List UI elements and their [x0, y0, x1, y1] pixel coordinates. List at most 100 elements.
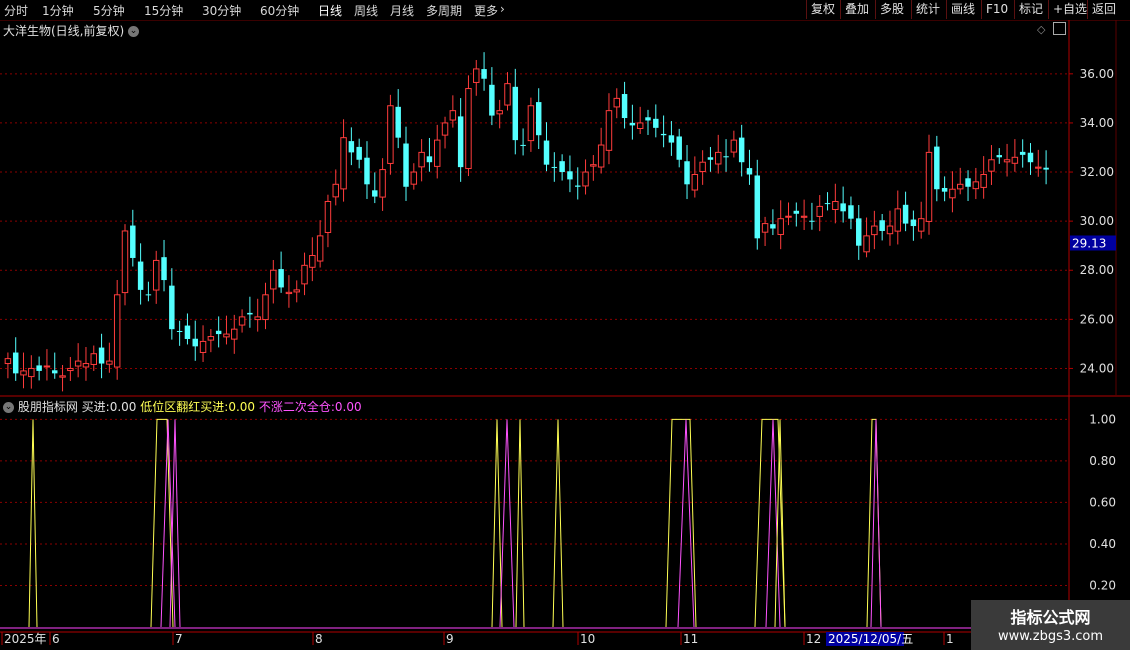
candle-body-up: [527, 105, 535, 142]
candle-body-down: [575, 185, 581, 187]
candle-body-up: [590, 164, 597, 167]
candle-body-up: [379, 169, 386, 198]
candle-body-up: [465, 88, 472, 170]
candle-body-down: [247, 312, 253, 315]
candle-body-down: [707, 157, 714, 160]
candle-body-up: [324, 200, 332, 233]
candle-body-up: [871, 225, 878, 236]
indicator-tick-label: 0.40: [1089, 537, 1116, 551]
kline-chart[interactable]: 36.00 34.00 32.00 30.00 28.00 26.00 24.00 29.13…: [0, 0, 1130, 650]
candle-body-up: [90, 353, 98, 365]
candle-body-up: [301, 264, 308, 285]
candle-body-down: [965, 178, 971, 187]
candle-body-up: [74, 360, 82, 367]
candle-body-down: [941, 187, 948, 192]
candle-body-down: [840, 203, 846, 212]
candle-body-up: [636, 122, 644, 129]
candle-body-down: [215, 330, 222, 335]
candle-body-down: [348, 141, 355, 153]
price-tick-label: 26.00: [1080, 312, 1114, 326]
candle-body-down: [809, 220, 815, 222]
price-tick-label: 28.00: [1080, 263, 1114, 277]
candle-body-up: [231, 328, 238, 340]
candle-body-down: [278, 269, 284, 288]
candle-body-up: [106, 360, 113, 365]
indicator-tick-label: 1.00: [1089, 412, 1116, 426]
candle-body-up: [433, 139, 441, 167]
candle-body-up: [894, 208, 902, 232]
candle-body-up: [207, 336, 215, 341]
candle-body-up: [925, 151, 933, 222]
candle-body-up: [496, 110, 503, 115]
candle-body-down: [824, 203, 831, 205]
candle-body-up: [67, 367, 74, 372]
candle-body-up: [410, 171, 418, 185]
candle-body-up: [152, 259, 160, 291]
candle-body-down: [996, 155, 1002, 158]
candle-body-down: [653, 118, 659, 128]
candle-body-down: [738, 137, 745, 163]
candle-body-up: [418, 151, 425, 168]
candle-body-up: [956, 183, 964, 190]
candle-body-up: [504, 83, 511, 106]
candle-body-down: [130, 225, 136, 258]
price-tick-label: 32.00: [1080, 165, 1114, 179]
candle-body-down: [621, 94, 628, 119]
date-tick-label: 11: [683, 632, 698, 646]
candle-body-down: [567, 171, 573, 180]
candle-body-up: [223, 333, 230, 338]
candle-body-down: [1019, 151, 1026, 155]
signal-pulse: [870, 419, 882, 628]
candle-body-up: [949, 188, 956, 199]
candle-body-down: [856, 218, 862, 246]
candle-body-down: [426, 156, 433, 163]
candle-body-down: [192, 338, 198, 347]
candle-body-up: [777, 218, 784, 235]
candle-body-up: [285, 291, 293, 295]
signal-pulse: [491, 419, 503, 628]
signal-pulse: [677, 419, 695, 628]
candle-body-up: [785, 215, 792, 218]
candle-body-down: [770, 224, 776, 229]
candle-body-up: [816, 205, 823, 217]
candle-body-up: [972, 181, 980, 190]
candle-body-down: [902, 204, 909, 224]
candle-body-down: [145, 294, 152, 296]
selected-date-label: 2025/12/05/五: [828, 632, 913, 646]
watermark-title: 指标公式网: [1010, 608, 1091, 627]
candle-body-up: [988, 159, 995, 172]
candle-body-up: [980, 173, 987, 188]
candle-body-down: [660, 133, 667, 136]
candle-body-down: [910, 219, 917, 227]
candle-body-down: [512, 86, 519, 141]
candle-body-up: [254, 316, 261, 321]
price-tick-label: 30.00: [1080, 214, 1114, 228]
candle-body-up: [199, 340, 207, 353]
candle-body-down: [543, 140, 550, 165]
date-tick-label: 8: [315, 632, 323, 646]
candle-body-down: [754, 175, 761, 239]
candle-body-up: [691, 173, 699, 191]
candle-body-down: [161, 257, 167, 281]
candle-body-down: [559, 161, 565, 173]
candle-body-up: [886, 225, 894, 235]
date-tick-label: 2025年: [4, 632, 47, 646]
date-tick-label: 7: [175, 632, 183, 646]
candle-body-up: [270, 269, 277, 290]
candle-body-up: [863, 235, 870, 253]
candle-body-down: [364, 157, 370, 185]
candle-body-up: [832, 200, 839, 211]
candle-body-up: [20, 370, 27, 376]
candle-body-down: [645, 117, 651, 121]
candle-body-up: [121, 230, 129, 294]
candle-body-down: [169, 285, 175, 330]
candle-body-down: [668, 135, 675, 143]
candle-body-down: [793, 210, 800, 214]
candle-body-down: [98, 347, 105, 364]
candle-body-up: [59, 375, 66, 378]
candle-body-up: [262, 294, 269, 321]
candle-body-up: [1011, 156, 1019, 164]
candle-body-down: [879, 220, 885, 231]
candle-body-down: [684, 161, 690, 185]
date-tick-label: 12: [806, 632, 821, 646]
